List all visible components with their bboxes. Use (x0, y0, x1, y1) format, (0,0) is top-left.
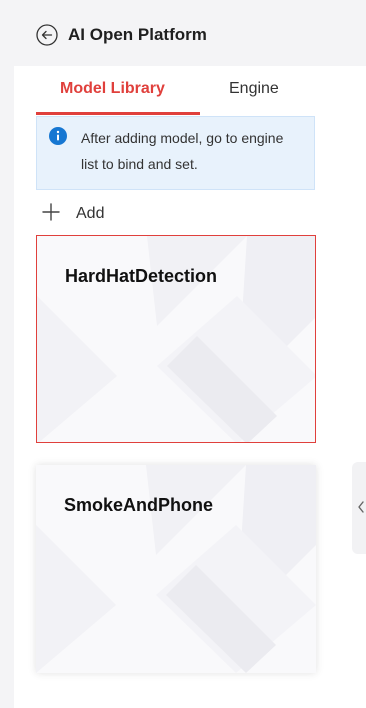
add-label: Add (76, 205, 105, 222)
tab-model-library[interactable]: Model Library (60, 78, 165, 100)
collapse-panel-button[interactable] (352, 462, 366, 554)
tab-bar: Model Library Engine (36, 72, 326, 116)
model-card-smokeandphone[interactable]: SmokeAndPhone (36, 465, 316, 673)
model-name: SmokeAndPhone (64, 495, 214, 515)
active-tab-indicator (36, 112, 200, 115)
page-title: AI Open Platform (68, 25, 207, 44)
tab-engine[interactable]: Engine (229, 78, 279, 100)
app-header: AI Open Platform (0, 0, 366, 66)
model-name: HardHatDetection (65, 266, 218, 286)
model-card-hardhatdetection[interactable]: HardHatDetection (36, 235, 316, 443)
plus-icon (40, 201, 62, 228)
right-gutter (344, 66, 366, 708)
chevron-left-icon (358, 501, 364, 513)
left-rail (0, 66, 14, 708)
back-arrow-circle-icon[interactable] (36, 24, 58, 46)
info-banner: After adding model, go to engine list to… (36, 116, 315, 190)
info-text: After adding model, go to engine list to… (81, 130, 284, 172)
info-icon (49, 127, 67, 145)
add-model-button[interactable]: Add (40, 202, 104, 226)
